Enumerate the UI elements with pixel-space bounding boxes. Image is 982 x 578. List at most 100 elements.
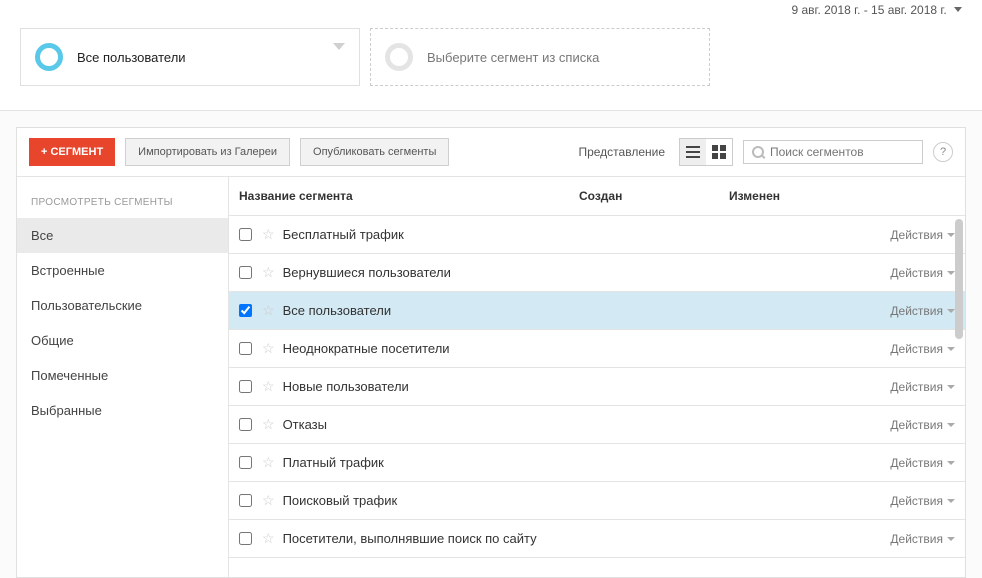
sidebar-header: ПРОСМОТРЕТЬ СЕГМЕНТЫ [17, 197, 228, 218]
grid-icon [712, 145, 726, 159]
sidebar-item[interactable]: Помеченные [17, 358, 228, 393]
actions-label: Действия [890, 418, 943, 432]
chevron-down-icon [947, 499, 955, 503]
segment-name: Новые пользователи [283, 379, 891, 394]
segment-name: Платный трафик [283, 455, 891, 470]
star-icon[interactable]: ☆ [262, 378, 275, 395]
publish-segments-button[interactable]: Опубликовать сегменты [300, 138, 449, 166]
chevron-down-icon [947, 233, 955, 237]
chevron-down-icon [947, 461, 955, 465]
actions-label: Действия [890, 532, 943, 546]
row-actions-menu[interactable]: Действия [890, 418, 955, 432]
actions-label: Действия [890, 494, 943, 508]
add-segment-chip[interactable]: Выберите сегмент из списка [370, 28, 710, 86]
chevron-down-icon [947, 385, 955, 389]
segment-name: Вернувшиеся пользователи [283, 265, 891, 280]
row-actions-menu[interactable]: Действия [890, 266, 955, 280]
grid-view-button[interactable] [706, 139, 732, 165]
sidebar-item[interactable]: Выбранные [17, 393, 228, 428]
help-button[interactable]: ? [933, 142, 953, 162]
active-segment-chip[interactable]: Все пользователи [20, 28, 360, 86]
col-header-created[interactable]: Создан [569, 177, 719, 215]
row-checkbox[interactable] [239, 494, 252, 507]
row-checkbox[interactable] [239, 380, 252, 393]
row-actions-menu[interactable]: Действия [890, 228, 955, 242]
actions-label: Действия [890, 342, 943, 356]
actions-label: Действия [890, 304, 943, 318]
sidebar-item[interactable]: Пользовательские [17, 288, 228, 323]
table-row[interactable]: ☆ Платный трафикДействия [229, 444, 965, 482]
row-actions-menu[interactable]: Действия [890, 304, 955, 318]
chevron-down-icon [947, 537, 955, 541]
actions-label: Действия [890, 228, 943, 242]
table-row[interactable]: ☆ Бесплатный трафикДействия [229, 216, 965, 254]
table-row[interactable]: ☆ Посетители, выполнявшие поиск по сайтуД… [229, 520, 965, 558]
table-row[interactable]: ☆ Новые пользователиДействия [229, 368, 965, 406]
chevron-down-icon [947, 347, 955, 351]
star-icon[interactable]: ☆ [262, 226, 275, 243]
segment-name: Отказы [283, 417, 891, 432]
date-range-text: 9 авг. 2018 г. - 15 авг. 2018 г. [791, 3, 946, 14]
row-checkbox[interactable] [239, 532, 252, 545]
row-checkbox[interactable] [239, 418, 252, 431]
segment-circle-icon [35, 43, 63, 71]
table-row[interactable]: ☆ Неоднократные посетителиДействия [229, 330, 965, 368]
chevron-down-icon [947, 423, 955, 427]
row-actions-menu[interactable]: Действия [890, 532, 955, 546]
table-row[interactable]: ☆ Вернувшиеся пользователиДействия [229, 254, 965, 292]
table-header-row: Название сегмента Создан Изменен [229, 177, 965, 216]
row-actions-menu[interactable]: Действия [890, 494, 955, 508]
row-actions-menu[interactable]: Действия [890, 456, 955, 470]
row-checkbox[interactable] [239, 228, 252, 241]
star-icon[interactable]: ☆ [262, 530, 275, 547]
star-icon[interactable]: ☆ [262, 302, 275, 319]
row-actions-menu[interactable]: Действия [890, 380, 955, 394]
segment-name: Все пользователи [283, 303, 891, 318]
add-segment-button[interactable]: + СЕГМЕНТ [29, 138, 115, 166]
segments-sidebar: ПРОСМОТРЕТЬ СЕГМЕНТЫ ВсеВстроенныеПользо… [17, 177, 229, 577]
search-box[interactable] [743, 140, 923, 164]
active-segment-label: Все пользователи [77, 50, 186, 65]
date-range-picker[interactable]: 9 авг. 2018 г. - 15 авг. 2018 г. [20, 0, 962, 14]
row-checkbox[interactable] [239, 456, 252, 469]
star-icon[interactable]: ☆ [262, 492, 275, 509]
sidebar-item[interactable]: Встроенные [17, 253, 228, 288]
segment-name: Посетители, выполнявшие поиск по сайту [283, 531, 891, 546]
search-icon [752, 146, 764, 158]
segments-table: Название сегмента Создан Изменен ☆ Беспла… [229, 177, 965, 577]
star-icon[interactable]: ☆ [262, 340, 275, 357]
col-header-modified[interactable]: Изменен [719, 177, 869, 215]
chevron-down-icon [954, 7, 962, 12]
add-segment-label: Выберите сегмент из списка [427, 50, 599, 65]
actions-label: Действия [890, 380, 943, 394]
table-row[interactable]: ☆ Поисковый трафикДействия [229, 482, 965, 520]
star-icon[interactable]: ☆ [262, 454, 275, 471]
segment-name: Неоднократные посетители [283, 341, 891, 356]
chevron-down-icon [947, 271, 955, 275]
view-toggle [679, 138, 733, 166]
col-header-actions [869, 177, 965, 215]
row-checkbox[interactable] [239, 266, 252, 279]
star-icon[interactable]: ☆ [262, 264, 275, 281]
segment-name: Поисковый трафик [283, 493, 891, 508]
actions-label: Действия [890, 456, 943, 470]
segment-circle-icon [385, 43, 413, 71]
segment-name: Бесплатный трафик [283, 227, 891, 242]
chevron-down-icon [947, 309, 955, 313]
view-label: Представление [578, 145, 665, 159]
table-row[interactable]: ☆ Все пользователиДействия [229, 292, 965, 330]
sidebar-item[interactable]: Общие [17, 323, 228, 358]
scrollbar-thumb[interactable] [955, 219, 963, 339]
import-gallery-button[interactable]: Импортировать из Галереи [125, 138, 290, 166]
star-icon[interactable]: ☆ [262, 416, 275, 433]
col-header-name[interactable]: Название сегмента [229, 177, 569, 215]
row-checkbox[interactable] [239, 342, 252, 355]
list-view-button[interactable] [680, 139, 706, 165]
row-checkbox[interactable] [239, 304, 252, 317]
table-row[interactable]: ☆ ОтказыДействия [229, 406, 965, 444]
segments-toolbar: + СЕГМЕНТ Импортировать из Галереи Опубл… [17, 128, 965, 177]
actions-label: Действия [890, 266, 943, 280]
row-actions-menu[interactable]: Действия [890, 342, 955, 356]
search-input[interactable] [770, 145, 914, 159]
sidebar-item[interactable]: Все [17, 218, 228, 253]
